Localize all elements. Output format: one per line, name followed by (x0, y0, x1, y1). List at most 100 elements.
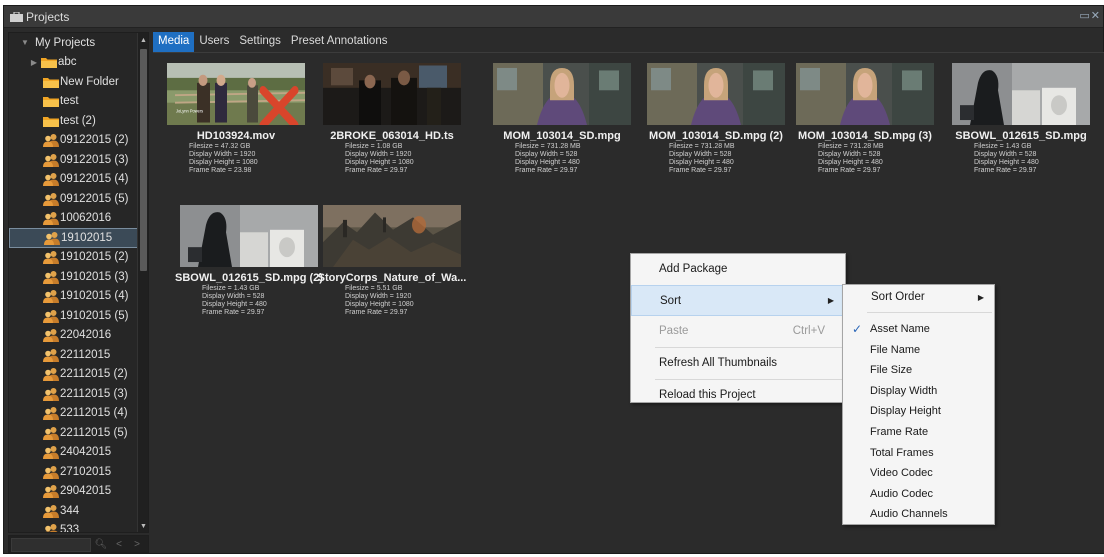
tree-root-my-projects[interactable]: ▼ My Projects (9, 33, 139, 53)
thumbnail-image (796, 63, 934, 125)
tree-item[interactable]: 22042016 (9, 326, 139, 346)
media-meta-line: Display Width = 1920 (345, 293, 412, 300)
sort-option-audio-codec[interactable]: Audio Codec (843, 484, 994, 505)
prev-icon[interactable]: < (111, 537, 127, 553)
media-item[interactable]: 2BROKE_063014_HD.ts Filesize = 1.08 GB Dis… (317, 63, 467, 175)
tree-item[interactable]: 22112015 (5) (9, 423, 139, 443)
checkmark-icon: ✓ (852, 322, 863, 336)
tree-item-label: 22112015 (5) (60, 426, 128, 439)
tree-item[interactable]: 19102015 (5) (9, 306, 139, 326)
tree-item[interactable]: 22112015 (9, 345, 139, 365)
sort-option-file-size[interactable]: File Size (843, 360, 994, 381)
tab-preset-annotations[interactable]: Preset Annotations (286, 32, 393, 52)
tree-item[interactable]: 24042015 (9, 443, 139, 463)
media-item[interactable]: MOM_103014_SD.mpg Filesize = 731.28 MB Dis… (487, 63, 637, 175)
media-meta-line: Filesize = 5.51 GB (345, 285, 403, 292)
sort-option-video-codec[interactable]: Video Codec (843, 463, 994, 484)
tree-scrollbar[interactable]: ▲ ▼ (137, 33, 148, 532)
tab-media[interactable]: Media (153, 32, 195, 52)
thumbnail-overlay-text: JoLynn Powers (176, 108, 204, 114)
media-item[interactable]: MOM_103014_SD.mpg (3) Filesize = 731.28 M… (790, 63, 940, 175)
media-thumbnail[interactable] (180, 205, 318, 267)
menu-item-refresh-all-thumbnails[interactable]: Refresh All Thumbnails (631, 348, 845, 379)
menu-item-add-package[interactable]: Add Package (631, 254, 845, 285)
tree-item-label: 19102015 (3) (60, 270, 129, 283)
user-group-icon (43, 329, 59, 343)
tree-item[interactable]: test (9, 92, 139, 112)
sort-option-audio-channels[interactable]: Audio Channels (843, 504, 994, 525)
tree-item[interactable]: 10062016 (9, 209, 139, 229)
scrollbar-thumb[interactable] (140, 49, 147, 271)
user-group-icon (43, 251, 59, 265)
search-icon[interactable]: 🔍︎ (93, 537, 109, 553)
media-item[interactable]: SBOWL_012615_SD.mpg (2) Filesize = 1.43 G… (174, 205, 324, 317)
tree-search-bar: 🔍︎ < > (8, 535, 149, 553)
media-meta-line: Filesize = 731.28 MB (818, 143, 884, 150)
media-thumbnail[interactable] (323, 205, 461, 267)
media-thumbnail[interactable]: JoLynn Powers (167, 63, 305, 125)
media-thumbnail[interactable] (493, 63, 631, 125)
scroll-down-icon[interactable]: ▼ (140, 523, 147, 530)
tree-item[interactable]: 19102015 (3) (9, 267, 139, 287)
tree-item[interactable]: 29042015 (9, 482, 139, 502)
menu-item-sort[interactable]: Sort ▶ (631, 285, 845, 316)
tree-item-label: New Folder (60, 75, 119, 88)
media-meta-line: Display Height = 1080 (189, 159, 258, 166)
tree-item[interactable]: 22112015 (2) (9, 365, 139, 385)
tree-item[interactable]: 344 (9, 501, 139, 521)
tree-item[interactable]: 19102015 (4) (9, 287, 139, 307)
media-thumbnail[interactable] (952, 63, 1090, 125)
tree-item[interactable]: 09122015 (5) (9, 189, 139, 209)
tree-item-label: 22112015 (2) (60, 368, 128, 381)
tree-item[interactable]: 09122015 (3) (9, 150, 139, 170)
tree-item[interactable]: New Folder (9, 72, 139, 92)
media-name: 2BROKE_063014_HD.ts (330, 130, 454, 142)
tree-item-label: 24042015 (60, 446, 112, 459)
window-controls[interactable]: ▭✕ (1079, 9, 1101, 22)
sort-option-display-width[interactable]: Display Width (843, 381, 994, 402)
media-thumbnail[interactable] (323, 63, 461, 125)
tree-item[interactable]: 19102015 (2) (9, 248, 139, 268)
tab-users[interactable]: Users (194, 32, 234, 52)
media-item[interactable]: StoryCorps_Nature_of_Wa... Filesize = 5.5… (317, 205, 467, 317)
collapse-icon[interactable]: ▼ (19, 38, 31, 47)
media-thumbnail[interactable] (796, 63, 934, 125)
tree-item[interactable]: 22112015 (4) (9, 404, 139, 424)
media-metadata: Filesize = 731.28 MB Display Width = 528 D… (641, 143, 791, 175)
tree-item[interactable]: 27102015 (9, 462, 139, 482)
tree-item[interactable]: 22112015 (3) (9, 384, 139, 404)
sort-option-asset-name[interactable]: ✓ Asset Name (843, 319, 994, 340)
tree-item-label: 19102015 (2) (60, 251, 129, 264)
sort-option-file-name[interactable]: File Name (843, 340, 994, 361)
media-item[interactable]: MOM_103014_SD.mpg (2) Filesize = 731.28 M… (641, 63, 791, 175)
menu-item-reload-this-project[interactable]: Reload this Project (631, 380, 845, 411)
sort-option-total-frames[interactable]: Total Frames (843, 443, 994, 464)
tree-item[interactable]: 09122015 (2) (9, 131, 139, 151)
search-input[interactable] (11, 538, 91, 552)
next-icon[interactable]: > (129, 537, 145, 553)
media-item[interactable]: SBOWL_012615_SD.mpg Filesize = 1.43 GB Dis… (946, 63, 1096, 175)
thumbnail-image (180, 205, 318, 267)
scroll-up-icon[interactable]: ▲ (140, 37, 147, 44)
thumbnail-image: JoLynn Powers (167, 63, 305, 125)
media-name: MOM_103014_SD.mpg (503, 130, 621, 142)
tree-item[interactable]: 533 (9, 521, 139, 532)
tree-item-label: 27102015 (60, 465, 112, 478)
tree-item-label: 09122015 (4) (60, 173, 129, 186)
menu-item-label: Refresh All Thumbnails (659, 357, 778, 369)
tab-settings[interactable]: Settings (234, 32, 286, 52)
sort-option-frame-rate[interactable]: Frame Rate (843, 422, 994, 443)
tree-item-label: 22042016 (60, 329, 112, 342)
media-item[interactable]: JoLynn Powers HD103924.mov Filesize = 47.3… (161, 63, 311, 175)
tree-item[interactable]: 09122015 (4) (9, 170, 139, 190)
folder-icon (41, 58, 57, 69)
tree-item[interactable]: test (2) (9, 111, 139, 131)
tree-item[interactable]: 19102015 (9, 228, 139, 248)
tree-item[interactable]: ▶ abc (9, 53, 139, 73)
user-group-icon (43, 290, 59, 304)
sort-option-display-height[interactable]: Display Height (843, 401, 994, 422)
media-meta-line: Filesize = 1.08 GB (345, 143, 403, 150)
media-thumbnail[interactable] (647, 63, 785, 125)
expand-icon[interactable]: ▶ (28, 58, 40, 67)
menu-item-sort-order[interactable]: Sort Order ▶ (843, 285, 994, 312)
